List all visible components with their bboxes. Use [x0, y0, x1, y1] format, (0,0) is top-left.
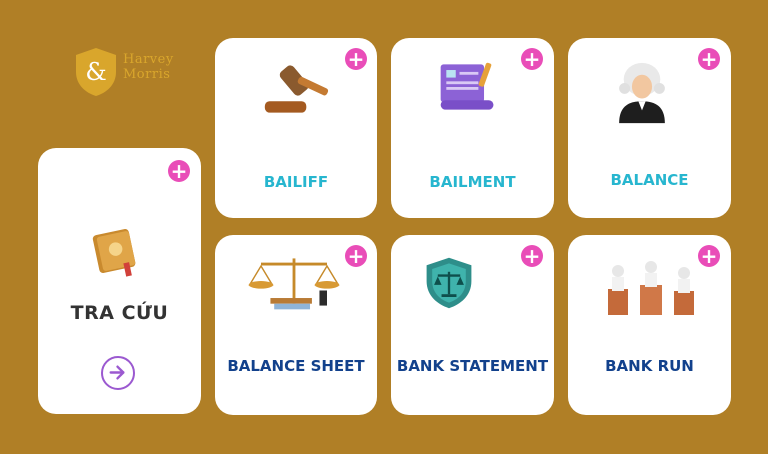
term-card-bailiff[interactable]: + BAILIFF [215, 38, 377, 218]
book-icon [92, 228, 136, 277]
brand-logo: & Harvey Morris [73, 46, 193, 98]
courtroom-icon [608, 261, 694, 315]
term-card-bank-run[interactable]: + BANK RUN [568, 235, 731, 415]
document-scroll-icon [440, 62, 494, 110]
shield-logo-icon: & [76, 48, 116, 96]
term-card-balance-sheet[interactable]: + BALANCE SHEET [215, 235, 377, 415]
logo-mark: & [85, 58, 106, 86]
term-label: BAILMENT [429, 173, 516, 191]
lookup-card[interactable]: + TRA CỨU [38, 148, 201, 414]
add-icon[interactable]: + [345, 48, 367, 70]
shield-scales-icon [426, 257, 472, 309]
lookup-title: TRA CỨU [70, 302, 169, 324]
term-label: BALANCE SHEET [227, 357, 365, 375]
add-icon[interactable]: + [698, 245, 720, 267]
term-label: BALANCE [610, 171, 689, 189]
add-icon[interactable]: + [698, 48, 720, 70]
gavel-icon [264, 65, 329, 113]
add-icon[interactable]: + [345, 245, 367, 267]
add-icon[interactable]: + [521, 48, 543, 70]
term-card-bank-statement[interactable]: + BANK STATEMENT [391, 235, 554, 415]
term-label: BAILIFF [263, 173, 329, 191]
add-icon[interactable]: + [168, 160, 190, 182]
term-label: BANK RUN [605, 357, 694, 375]
arrow-right-circle-icon[interactable] [101, 356, 135, 390]
term-label: BANK STATEMENT [396, 357, 549, 375]
brand-name-line1: Harvey [123, 52, 174, 67]
term-card-balance[interactable]: + BALANCE [568, 38, 731, 218]
judge-icon [619, 62, 665, 124]
brand-name: Harvey Morris [123, 52, 174, 82]
scales-icon [248, 258, 340, 310]
add-icon[interactable]: + [521, 245, 543, 267]
term-card-bailment[interactable]: + BAILMENT [391, 38, 554, 218]
brand-name-line2: Morris [123, 67, 171, 82]
